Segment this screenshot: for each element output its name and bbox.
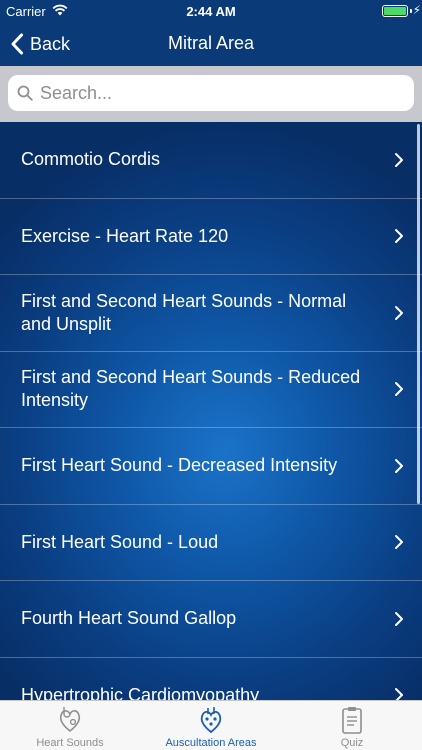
clipboard-icon	[342, 707, 362, 734]
navigation-bar: Back Mitral Area	[0, 22, 422, 66]
status-time: 2:44 AM	[186, 4, 236, 19]
list-item-label: Hypertrophic Cardiomyopathy	[21, 684, 260, 700]
list-item-label: First and Second Heart Sounds - Normal a…	[21, 290, 347, 334]
list-item-label: First and Second Heart Sounds - Reduced …	[21, 367, 361, 411]
page-title: Mitral Area	[167, 33, 255, 53]
list-item-label: Commotio Cordis	[21, 149, 161, 170]
chevron-right-icon	[395, 152, 403, 167]
list-item-label: First Heart Sound - Loud	[21, 531, 219, 552]
chevron-right-icon	[395, 458, 403, 473]
tab-auscultation-areas[interactable]: Auscultation Areas	[141, 701, 281, 750]
heart-stethoscope-icon	[59, 707, 81, 733]
tab-label: Auscultation Areas	[165, 737, 257, 749]
scrollbar[interactable]	[417, 124, 420, 504]
charging-bolt-icon: ⚡	[412, 3, 421, 17]
list-item-label: Exercise - Heart Rate 120	[21, 225, 229, 246]
status-bar: Carrier 2:44 AM ⚡	[0, 0, 422, 22]
list-item[interactable]: First Heart Sound - Loud	[0, 505, 422, 581]
heart-areas-icon	[200, 707, 222, 734]
list-item-label: Fourth Heart Sound Gallop	[21, 608, 237, 629]
tab-quiz[interactable]: Quiz	[282, 701, 422, 750]
tab-label: Heart Sounds	[36, 737, 104, 749]
tab-heart-sounds[interactable]: Heart Sounds	[0, 701, 140, 750]
list-item-label: First Heart Sound - Decreased Intensity	[21, 455, 338, 476]
list-item[interactable]: Commotio Cordis	[0, 122, 422, 199]
search-icon	[17, 85, 33, 101]
list-item[interactable]: First and Second Heart Sounds - Reduced …	[0, 352, 422, 428]
battery-icon	[382, 5, 408, 17]
sound-list[interactable]: Commotio Cordis Exercise - Heart Rate 12…	[0, 122, 422, 700]
list-item[interactable]: Hypertrophic Cardiomyopathy	[0, 658, 422, 700]
list-item[interactable]: Fourth Heart Sound Gallop	[0, 581, 422, 658]
list-item[interactable]: First and Second Heart Sounds - Normal a…	[0, 275, 422, 352]
tab-bar: Heart Sounds Auscultation Areas Quiz	[0, 700, 422, 750]
chevron-right-icon	[395, 305, 403, 320]
search-input[interactable]	[40, 82, 400, 104]
list-item[interactable]: Exercise - Heart Rate 120	[0, 199, 422, 275]
search-field[interactable]	[8, 75, 414, 111]
battery-level	[384, 7, 406, 15]
chevron-right-icon	[395, 688, 403, 700]
search-bar	[0, 66, 422, 122]
chevron-right-icon	[395, 535, 403, 550]
chevron-right-icon	[395, 382, 403, 397]
list-item[interactable]: First Heart Sound - Decreased Intensity	[0, 428, 422, 505]
chevron-right-icon	[395, 611, 403, 626]
tab-label: Quiz	[340, 737, 364, 749]
chevron-right-icon	[395, 229, 403, 244]
